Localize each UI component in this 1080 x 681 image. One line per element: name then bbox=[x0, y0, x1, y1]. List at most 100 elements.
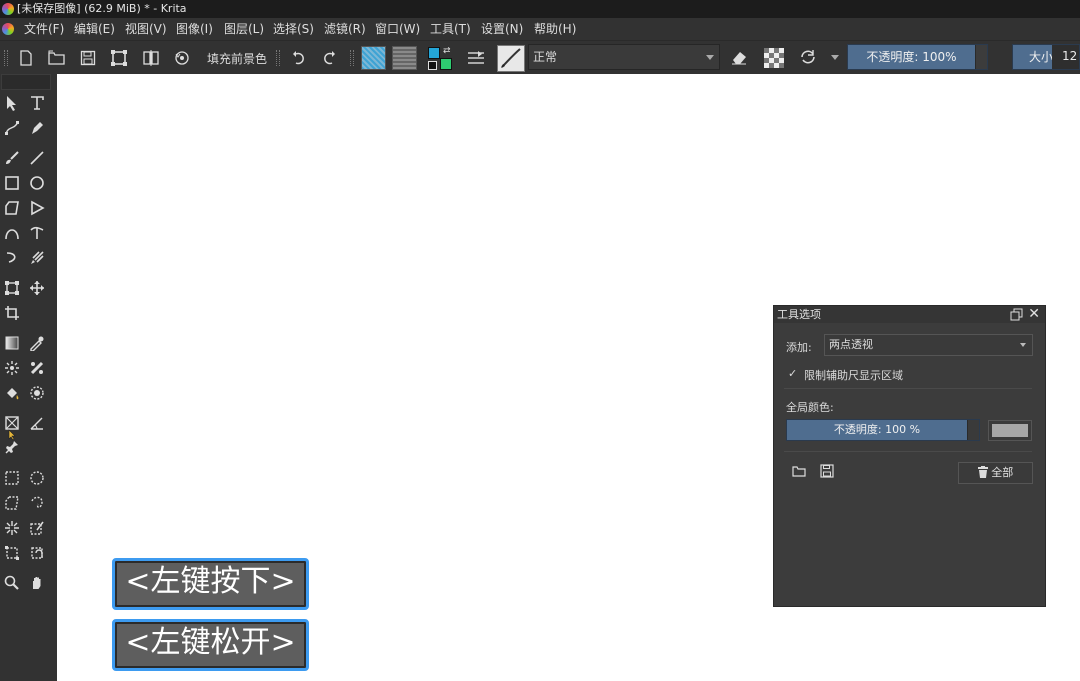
open-folder-icon[interactable] bbox=[47, 48, 67, 68]
rectangle-tool-icon[interactable] bbox=[2, 173, 22, 193]
save-icon[interactable] bbox=[78, 48, 98, 68]
elliptical-selection-icon[interactable] bbox=[27, 468, 47, 488]
move-tool-icon[interactable] bbox=[27, 278, 47, 298]
float-docker-icon[interactable] bbox=[1010, 308, 1023, 321]
polygonal-selection-icon[interactable] bbox=[2, 493, 22, 513]
docker-title: 工具选项 bbox=[777, 308, 821, 321]
menu-window[interactable]: 窗口(W) bbox=[375, 18, 420, 40]
menu-filter[interactable]: 滤镜(R) bbox=[324, 18, 366, 40]
reference-images-icon[interactable] bbox=[2, 437, 22, 457]
crop-canvas-icon[interactable] bbox=[109, 48, 129, 68]
bezier-selection-icon[interactable] bbox=[2, 543, 22, 563]
fill-foreground-label[interactable]: 填充前景色 bbox=[207, 50, 267, 67]
bezier-curve-icon[interactable] bbox=[2, 223, 22, 243]
zoom-tool-icon[interactable] bbox=[2, 573, 22, 593]
load-folder-icon[interactable] bbox=[792, 465, 806, 480]
polygon-tool-icon[interactable] bbox=[2, 198, 22, 218]
title-bar: [未保存图像] (62.9 MiB) * - Krita bbox=[0, 0, 1080, 18]
crop-tool-icon[interactable] bbox=[2, 303, 22, 323]
menu-image[interactable]: 图像(I) bbox=[176, 18, 213, 40]
menu-select[interactable]: 选择(S) bbox=[273, 18, 314, 40]
global-color-swatch bbox=[992, 424, 1028, 437]
freehand-brush-icon[interactable] bbox=[2, 148, 22, 168]
docker-title-bar[interactable]: 工具选项 ✕ bbox=[774, 306, 1045, 323]
foreground-color-swatch[interactable] bbox=[428, 47, 440, 59]
chevron-down-icon[interactable] bbox=[831, 55, 839, 60]
add-label: 添加: bbox=[786, 341, 812, 354]
reset-view-icon[interactable] bbox=[172, 48, 192, 68]
swap-colors-icon[interactable]: ⇄ bbox=[443, 46, 451, 56]
krita-menu-logo-icon[interactable] bbox=[2, 23, 14, 35]
global-color-button[interactable] bbox=[988, 420, 1032, 441]
global-opacity-spinner[interactable] bbox=[967, 420, 979, 440]
window-title: [未保存图像] (62.9 MiB) * - Krita bbox=[17, 2, 187, 15]
new-document-icon[interactable] bbox=[16, 48, 36, 68]
enclose-fill-icon[interactable] bbox=[27, 383, 47, 403]
opacity-slider[interactable]: 不透明度: 100% bbox=[847, 44, 988, 70]
contiguous-selection-icon[interactable] bbox=[2, 518, 22, 538]
select-shapes-icon[interactable] bbox=[2, 93, 22, 113]
divider bbox=[784, 388, 1032, 389]
ellipse-tool-icon[interactable] bbox=[27, 173, 47, 193]
dynamic-brush-icon[interactable] bbox=[2, 248, 22, 268]
trash-icon bbox=[977, 466, 988, 479]
reload-preset-icon[interactable] bbox=[798, 47, 818, 67]
multibrush-icon[interactable] bbox=[27, 248, 47, 268]
edit-shapes-icon[interactable] bbox=[2, 118, 22, 138]
default-colors-icon[interactable] bbox=[428, 61, 437, 70]
pan-tool-icon[interactable] bbox=[27, 573, 47, 593]
text-tool-icon[interactable] bbox=[27, 93, 47, 113]
calligraphy-icon[interactable] bbox=[27, 118, 47, 138]
mirror-icon[interactable] bbox=[141, 48, 161, 68]
pattern-preset-icon[interactable] bbox=[392, 46, 417, 70]
toolbar-separator bbox=[276, 50, 280, 66]
fg-bg-color-selector[interactable]: ⇄ bbox=[427, 46, 455, 72]
transform-tool-icon[interactable] bbox=[2, 278, 22, 298]
rectangular-selection-icon[interactable] bbox=[2, 468, 22, 488]
chevron-down-icon bbox=[1020, 343, 1026, 347]
menu-layer[interactable]: 图层(L) bbox=[224, 18, 264, 40]
alpha-lock-icon[interactable] bbox=[764, 48, 784, 68]
assistant-type-select[interactable]: 两点透视 bbox=[824, 334, 1033, 356]
blend-mode-select[interactable]: 正常 bbox=[528, 44, 720, 70]
eraser-icon[interactable] bbox=[729, 47, 749, 67]
global-color-label: 全局颜色: bbox=[786, 401, 834, 414]
close-icon[interactable]: ✕ bbox=[1028, 306, 1040, 323]
checkmark-icon[interactable]: ✓ bbox=[788, 367, 797, 380]
menu-edit[interactable]: 编辑(E) bbox=[74, 18, 115, 40]
color-picker-icon[interactable] bbox=[27, 333, 47, 353]
global-opacity-slider[interactable]: 不透明度: 100 % bbox=[786, 419, 980, 441]
gradient-tool-icon[interactable] bbox=[2, 333, 22, 353]
menu-tools[interactable]: 工具(T) bbox=[430, 18, 471, 40]
gradient-preset-icon[interactable] bbox=[361, 46, 386, 70]
save-assistants-icon[interactable] bbox=[820, 464, 834, 481]
menu-file[interactable]: 文件(F) bbox=[24, 18, 64, 40]
redo-icon[interactable] bbox=[319, 48, 339, 68]
brush-preset-icon[interactable] bbox=[497, 45, 525, 72]
opacity-spinner[interactable] bbox=[975, 45, 987, 69]
brush-settings-icon[interactable] bbox=[466, 48, 486, 68]
menu-settings[interactable]: 设置(N) bbox=[481, 18, 523, 40]
line-tool-icon[interactable] bbox=[27, 148, 47, 168]
left-release-overlay: <左键松开> bbox=[112, 619, 309, 671]
menu-view[interactable]: 视图(V) bbox=[125, 18, 167, 40]
freehand-selection-icon[interactable] bbox=[27, 493, 47, 513]
fill-tool-icon[interactable] bbox=[2, 383, 22, 403]
undo-icon[interactable] bbox=[289, 48, 309, 68]
polyline-tool-icon[interactable] bbox=[27, 198, 47, 218]
freehand-path-icon[interactable] bbox=[27, 223, 47, 243]
menu-help[interactable]: 帮助(H) bbox=[534, 18, 576, 40]
opacity-value: 不透明度: 100% bbox=[866, 50, 957, 64]
magnetic-selection-icon[interactable] bbox=[27, 543, 47, 563]
limit-area-checkbox-label[interactable]: 限制辅助尺显示区域 bbox=[804, 367, 903, 383]
smart-patch-icon[interactable] bbox=[27, 358, 47, 378]
background-color-swatch[interactable] bbox=[440, 58, 452, 70]
size-value: 12 bbox=[1052, 45, 1079, 69]
divider bbox=[784, 451, 1032, 452]
colorize-mask-icon[interactable] bbox=[2, 358, 22, 378]
measure-tool-icon[interactable] bbox=[27, 413, 47, 433]
size-slider[interactable]: 大小: 12 bbox=[1012, 44, 1080, 70]
toolbar-handle[interactable] bbox=[4, 50, 8, 66]
similar-selection-icon[interactable] bbox=[27, 518, 47, 538]
delete-all-button[interactable]: 全部 bbox=[958, 462, 1033, 484]
